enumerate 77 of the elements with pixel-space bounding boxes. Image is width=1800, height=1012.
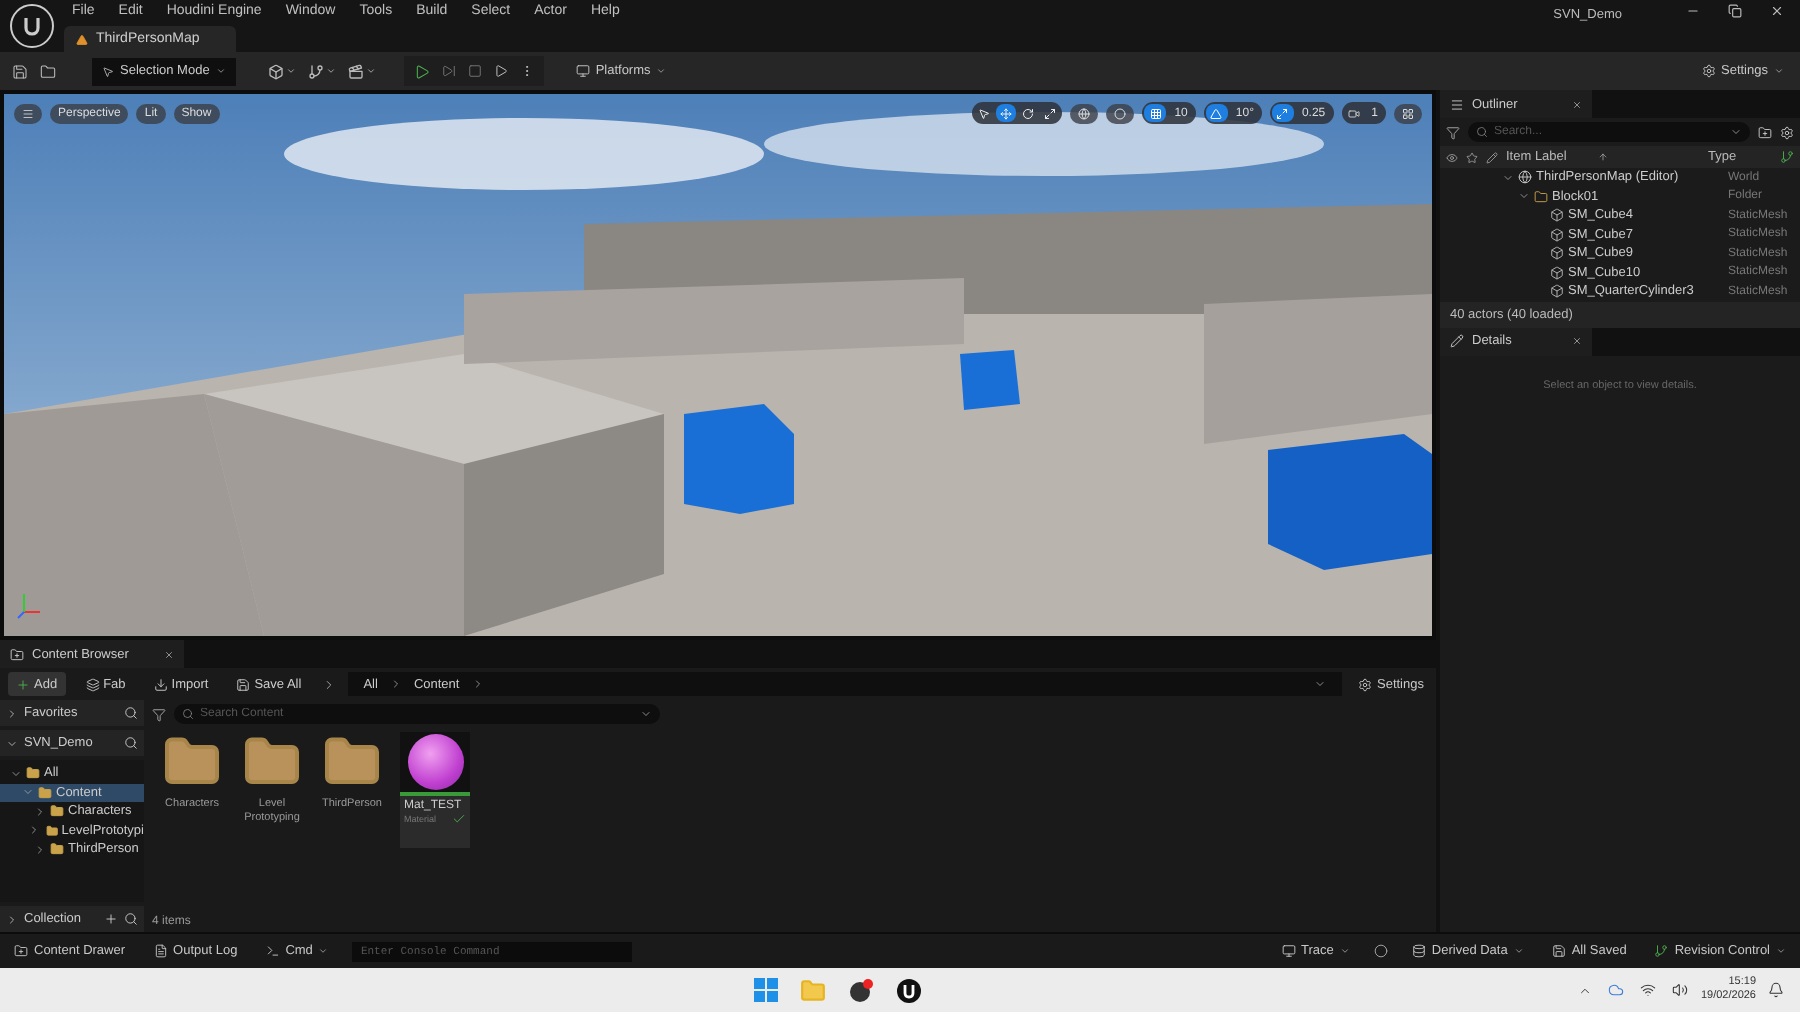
minimize-button[interactable] [1686, 4, 1700, 18]
import-icon [153, 677, 168, 691]
search-icon[interactable] [124, 706, 138, 720]
angle-snap-icon[interactable] [1205, 104, 1228, 122]
cube-icon [1550, 246, 1564, 261]
path-separator-icon [471, 678, 484, 690]
speaker-icon[interactable] [1672, 982, 1689, 998]
folder-icon [38, 785, 52, 800]
stop-icon[interactable] [467, 64, 482, 78]
add-folder-icon[interactable] [1758, 125, 1772, 139]
save-icon[interactable] [12, 63, 28, 79]
cube-icon [1550, 284, 1564, 299]
search-icon [1476, 126, 1488, 138]
move-arrows-icon[interactable] [996, 104, 1017, 122]
menu-icon [22, 107, 34, 119]
pencil-icon[interactable] [1486, 151, 1498, 163]
network-icon[interactable] [1640, 982, 1657, 998]
cube-icon [1550, 227, 1564, 242]
branch-icon [1654, 944, 1669, 958]
settings-icon [1701, 64, 1715, 78]
eye-icon[interactable] [1446, 151, 1458, 163]
close-button[interactable] [1770, 4, 1784, 18]
clapperboard-icon[interactable] [347, 63, 376, 79]
pointer-icon[interactable] [974, 104, 995, 122]
star-icon[interactable] [1466, 151, 1478, 163]
folder-icon[interactable] [40, 63, 56, 79]
material-sphere-icon [407, 734, 463, 790]
list-icon [1450, 97, 1464, 111]
search-icon[interactable] [124, 912, 138, 926]
folder-icon [14, 944, 28, 958]
engine-app-icon[interactable] [895, 976, 924, 1004]
filter-icon[interactable] [152, 707, 166, 721]
camera-icon[interactable] [1343, 107, 1364, 119]
plus-icon[interactable] [104, 912, 118, 926]
notification-icon[interactable] [1768, 982, 1784, 998]
cube-icon [1550, 208, 1564, 223]
database-icon [1411, 944, 1426, 958]
app-icon[interactable] [847, 976, 876, 1004]
save-icon [236, 677, 251, 691]
cube-icon [1550, 265, 1564, 280]
folder-icon [50, 842, 64, 857]
folder-icon [1534, 189, 1548, 204]
layers-icon [85, 677, 100, 691]
rotate-icon[interactable] [1018, 104, 1039, 122]
log-icon [153, 944, 168, 958]
path-separator-icon [389, 678, 402, 690]
search-icon [182, 708, 194, 720]
restore-button[interactable] [1728, 4, 1742, 18]
scale-snap-icon[interactable] [1271, 104, 1294, 122]
grid-snap-icon[interactable] [1144, 104, 1167, 122]
advance-frame-icon[interactable] [441, 64, 456, 78]
axis-gizmo-icon [16, 592, 44, 620]
plus-icon [16, 677, 30, 691]
sort-arrow-icon [1598, 152, 1608, 162]
folder-icon [10, 647, 24, 661]
monitor-icon [1281, 944, 1296, 958]
forward-icon[interactable] [321, 677, 336, 691]
pointer-icon [102, 65, 114, 77]
add-actor-icon[interactable] [267, 63, 296, 79]
revision-status-icon[interactable] [1780, 150, 1794, 164]
settings-icon [1357, 677, 1371, 691]
pencil-icon [1450, 334, 1464, 348]
filter-icon[interactable] [1446, 125, 1460, 139]
folder-icon [50, 804, 64, 819]
engine-logo-icon [10, 4, 54, 48]
search-icon[interactable] [124, 736, 138, 750]
folder-icon [26, 766, 40, 781]
folder-icon [45, 823, 58, 838]
play-icon[interactable] [413, 63, 430, 79]
record-icon[interactable] [1373, 944, 1388, 958]
terminal-icon [265, 944, 280, 958]
cloud-icon[interactable] [1608, 982, 1625, 998]
save-icon [1551, 944, 1566, 958]
settings-icon[interactable] [1780, 125, 1794, 139]
windows-start-icon[interactable] [751, 976, 780, 1004]
monitor-icon [575, 64, 590, 78]
globe-icon [1518, 170, 1532, 185]
